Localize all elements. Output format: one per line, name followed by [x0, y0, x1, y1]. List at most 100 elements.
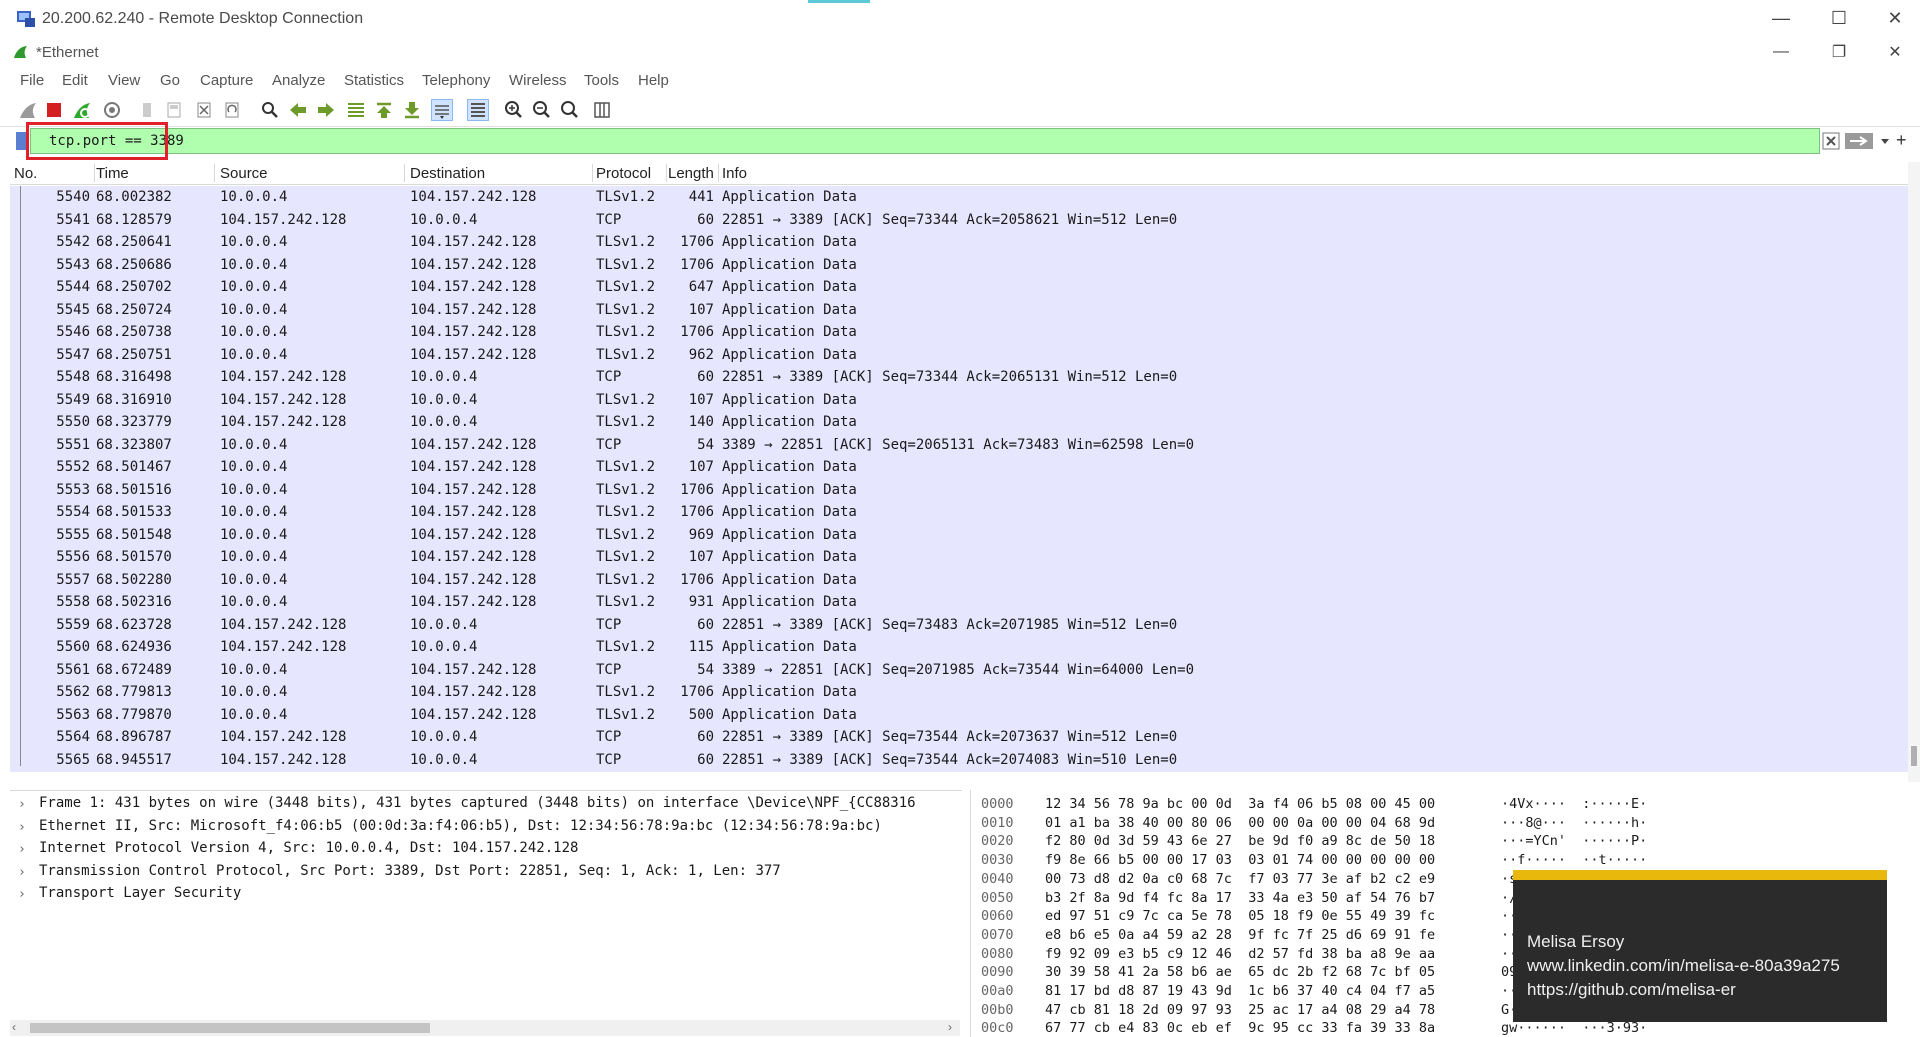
ws-minimize-button[interactable]: —: [1758, 34, 1804, 70]
byte-offset: 0000: [981, 796, 1014, 812]
stop-capture-icon[interactable]: [44, 100, 64, 120]
restart-capture-icon[interactable]: [72, 100, 92, 120]
packet-row[interactable]: 5545 68.250724 10.0.0.4 104.157.242.128 TLSv…: [10, 299, 1908, 322]
scrollbar-thumb[interactable]: [1911, 746, 1917, 766]
filter-dropdown-icon[interactable]: [1878, 132, 1892, 150]
column-no[interactable]: No.: [14, 165, 37, 182]
byte-offset: 00b0: [981, 1001, 1014, 1018]
menu-telephony[interactable]: Telephony: [422, 72, 490, 89]
clear-filter-icon[interactable]: [1822, 132, 1840, 150]
packet-no: 5540: [56, 189, 90, 205]
packet-details-pane: › Frame 1: 431 bytes on wire (3448 bits),…: [10, 790, 962, 1031]
menu-help[interactable]: Help: [638, 72, 669, 89]
details-horizontal-scrollbar[interactable]: ‹ ›: [10, 1020, 960, 1036]
save-file-icon[interactable]: [164, 100, 184, 120]
expand-chevron-icon[interactable]: ›: [18, 865, 26, 880]
packet-row[interactable]: 5565 68.945517 104.157.242.128 10.0.0.4 TCP 6…: [10, 749, 1908, 772]
details-scroll-thumb[interactable]: [30, 1023, 430, 1033]
resize-columns-icon[interactable]: [592, 100, 612, 120]
byte-hex: 00 73 d8 d2 0a c0 68 7c f7 03 77 3e af b…: [1045, 870, 1436, 887]
display-filter-input[interactable]: tcp.port == 3389: [30, 128, 1820, 154]
packet-row[interactable]: 5548 68.316498 104.157.242.128 10.0.0.4 TCP 6…: [10, 366, 1908, 389]
menu-wireless[interactable]: Wireless: [509, 72, 567, 89]
packet-row[interactable]: 5553 68.501516 10.0.0.4 104.157.242.128 TLSv…: [10, 479, 1908, 502]
packet-row[interactable]: 5549 68.316910 104.157.242.128 10.0.0.4 TLSv…: [10, 389, 1908, 412]
last-packet-icon[interactable]: [402, 100, 422, 120]
open-file-icon[interactable]: [138, 100, 158, 120]
packet-info: Application Data: [722, 346, 857, 363]
first-packet-icon[interactable]: [374, 100, 394, 120]
zoom-out-icon[interactable]: [532, 100, 552, 120]
capture-options-icon[interactable]: [102, 100, 122, 120]
packet-destination: 104.157.242.128: [410, 346, 537, 363]
close-file-icon[interactable]: [194, 100, 214, 120]
column-source[interactable]: Source: [220, 165, 268, 182]
ws-restore-button[interactable]: ❐: [1816, 34, 1862, 70]
column-info[interactable]: Info: [722, 165, 747, 182]
notification-toast[interactable]: Melisa Ersoy www.linkedin.com/in/melisa-…: [1513, 870, 1887, 1022]
column-time[interactable]: Time: [96, 165, 129, 182]
ws-close-button[interactable]: ✕: [1872, 34, 1918, 70]
packet-row[interactable]: 5559 68.623728 104.157.242.128 10.0.0.4 TCP 6…: [10, 614, 1908, 637]
normal-size-icon[interactable]: [560, 100, 580, 120]
menu-file[interactable]: File: [20, 72, 44, 89]
packet-row[interactable]: 5543 68.250686 10.0.0.4 104.157.242.128 TLSv…: [10, 254, 1908, 277]
expand-chevron-icon[interactable]: ›: [18, 887, 26, 902]
byte-offset: 0010: [981, 814, 1014, 831]
apply-filter-icon[interactable]: [1844, 132, 1874, 150]
go-forward-icon[interactable]: [316, 100, 336, 120]
packet-row[interactable]: 5554 68.501533 10.0.0.4 104.157.242.128 TLSv…: [10, 501, 1908, 524]
go-to-packet-icon[interactable]: [346, 100, 366, 120]
packet-row[interactable]: 5542 68.250641 10.0.0.4 104.157.242.128 TLSv…: [10, 231, 1908, 254]
packet-row[interactable]: 5551 68.323807 10.0.0.4 104.157.242.128 TCP 5…: [10, 434, 1908, 457]
find-packet-icon[interactable]: [260, 100, 280, 120]
column-destination[interactable]: Destination: [410, 165, 485, 182]
maximize-button[interactable]: ☐: [1816, 0, 1862, 36]
packet-row[interactable]: 5544 68.250702 10.0.0.4 104.157.242.128 TLSv…: [10, 276, 1908, 299]
packet-row[interactable]: 5547 68.250751 10.0.0.4 104.157.242.128 TLSv…: [10, 344, 1908, 367]
packet-row[interactable]: 5564 68.896787 104.157.242.128 10.0.0.4 TCP 6…: [10, 726, 1908, 749]
packet-info: Application Data: [722, 504, 857, 520]
byte-ascii: gw······ ···3·93·: [1501, 1020, 1648, 1037]
menu-tools[interactable]: Tools: [584, 72, 619, 89]
reload-file-icon[interactable]: [222, 100, 242, 120]
packet-row[interactable]: 5560 68.624936 104.157.242.128 10.0.0.4 TLSv…: [10, 636, 1908, 659]
start-capture-icon[interactable]: [18, 100, 38, 120]
packet-row[interactable]: 5541 68.128579 104.157.242.128 10.0.0.4 TCP 6…: [10, 209, 1908, 232]
column-protocol[interactable]: Protocol: [596, 165, 651, 182]
menu-go[interactable]: Go: [160, 72, 180, 89]
menu-statistics[interactable]: Statistics: [344, 72, 404, 89]
packet-row[interactable]: 5552 68.501467 10.0.0.4 104.157.242.128 TLSv…: [10, 456, 1908, 479]
go-back-icon[interactable]: [288, 100, 308, 120]
packet-row[interactable]: 5550 68.323779 104.157.242.128 10.0.0.4 TLSv…: [10, 411, 1908, 434]
menu-capture[interactable]: Capture: [200, 72, 253, 89]
packet-row[interactable]: 5540 68.002382 10.0.0.4 104.157.242.128 TLSv…: [10, 186, 1908, 209]
menu-view[interactable]: View: [108, 72, 140, 89]
expand-chevron-icon[interactable]: ›: [18, 797, 26, 812]
packet-list-scrollbar[interactable]: [1908, 162, 1920, 782]
packet-row[interactable]: 5555 68.501548 10.0.0.4 104.157.242.128 TLSv…: [10, 524, 1908, 547]
packet-time: 68.501516: [96, 481, 172, 498]
packet-row[interactable]: 5563 68.779870 10.0.0.4 104.157.242.128 TLSv…: [10, 704, 1908, 727]
colorize-icon[interactable]: [467, 99, 489, 121]
expand-chevron-icon[interactable]: ›: [18, 842, 26, 857]
packet-source: 10.0.0.4: [220, 346, 288, 363]
packet-destination: 10.0.0.4: [410, 414, 478, 430]
packet-length: 441: [688, 189, 714, 205]
menu-analyze[interactable]: Analyze: [272, 72, 325, 89]
column-length[interactable]: Length: [668, 165, 714, 182]
packet-row[interactable]: 5556 68.501570 10.0.0.4 104.157.242.128 TLSv…: [10, 546, 1908, 569]
zoom-in-icon[interactable]: [504, 100, 524, 120]
add-filter-button[interactable]: +: [1896, 130, 1907, 151]
packet-row[interactable]: 5562 68.779813 10.0.0.4 104.157.242.128 TLSv…: [10, 681, 1908, 704]
menu-edit[interactable]: Edit: [62, 72, 88, 89]
packet-row[interactable]: 5546 68.250738 10.0.0.4 104.157.242.128 TLSv…: [10, 321, 1908, 344]
packet-row[interactable]: 5558 68.502316 10.0.0.4 104.157.242.128 TLSv…: [10, 591, 1908, 614]
expand-chevron-icon[interactable]: ›: [18, 820, 26, 835]
packet-destination: 10.0.0.4: [410, 729, 478, 745]
packet-row[interactable]: 5561 68.672489 10.0.0.4 104.157.242.128 TCP 5…: [10, 659, 1908, 682]
minimize-button[interactable]: —: [1758, 0, 1804, 36]
autoscroll-icon[interactable]: [431, 99, 453, 121]
close-button[interactable]: ✕: [1872, 0, 1918, 36]
packet-row[interactable]: 5557 68.502280 10.0.0.4 104.157.242.128 TLSv…: [10, 569, 1908, 592]
